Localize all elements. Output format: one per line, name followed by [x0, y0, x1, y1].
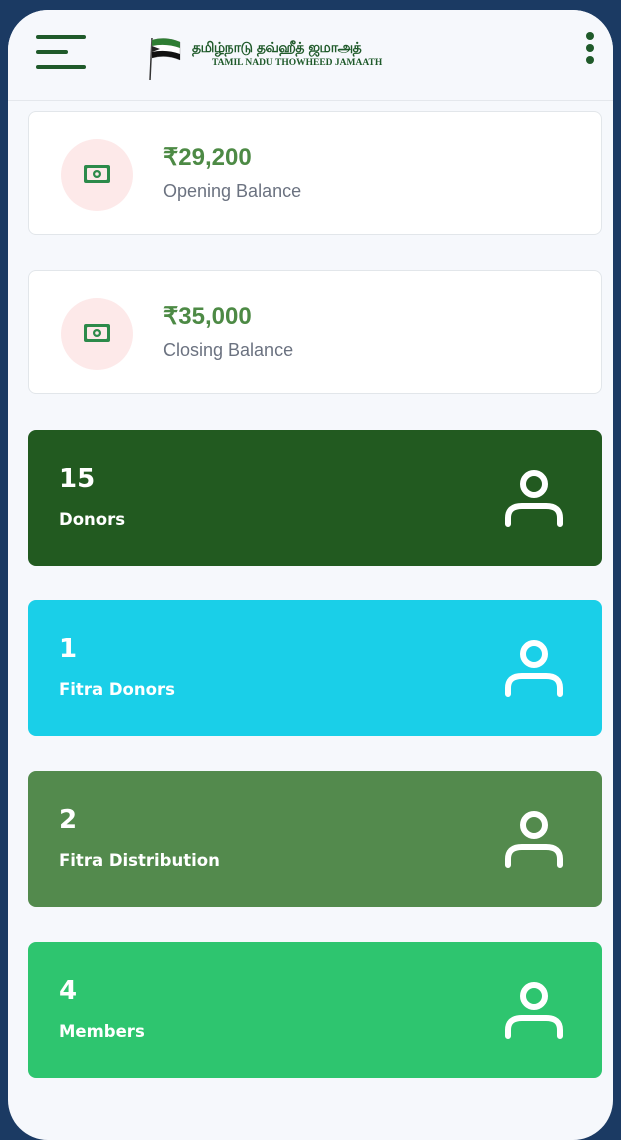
- opening-balance-amount: ₹29,200: [163, 144, 252, 171]
- user-icon: [505, 982, 563, 1039]
- logo-english-text: TAMIL NADU THOWHEED JAMAATH: [212, 58, 383, 68]
- donors-count: 15: [59, 464, 96, 494]
- fitra-distribution-count: 2: [59, 805, 78, 835]
- user-icon: [505, 640, 563, 697]
- opening-balance-card: ₹29,200 Opening Balance: [28, 111, 602, 235]
- closing-balance-card: ₹35,000 Closing Balance: [28, 270, 602, 394]
- members-label: Members: [59, 1022, 145, 1041]
- members-count: 4: [59, 976, 78, 1006]
- cash-icon-badge: [61, 298, 133, 370]
- user-icon: [505, 811, 563, 868]
- more-vertical-icon[interactable]: [582, 32, 598, 72]
- app-header: தமிழ்நாடு தவ்ஹீத் ஜமாஅத் TAMIL NADU THOW…: [8, 10, 613, 101]
- flag-logo-icon: [149, 37, 181, 80]
- app-logo: தமிழ்நாடு தவ்ஹீத் ஜமாஅத் TAMIL NADU THOW…: [146, 34, 436, 80]
- members-card[interactable]: 4 Members: [28, 942, 602, 1078]
- fitra-donors-label: Fitra Donors: [59, 680, 175, 699]
- closing-balance-amount: ₹35,000: [163, 303, 252, 330]
- fitra-donors-card[interactable]: 1 Fitra Donors: [28, 600, 602, 736]
- fitra-distribution-card[interactable]: 2 Fitra Distribution: [28, 771, 602, 907]
- user-icon: [505, 470, 563, 527]
- fitra-donors-count: 1: [59, 634, 78, 664]
- donors-label: Donors: [59, 510, 126, 529]
- donors-card[interactable]: 15 Donors: [28, 430, 602, 566]
- opening-balance-label: Opening Balance: [163, 181, 302, 201]
- cash-icon: [84, 324, 110, 342]
- menu-icon[interactable]: [36, 35, 86, 71]
- cash-icon: [84, 165, 110, 183]
- app-screen: தமிழ்நாடு தவ்ஹீத் ஜமாஅத் TAMIL NADU THOW…: [8, 10, 613, 1140]
- logo-tamil-text: தமிழ்நாடு தவ்ஹீத் ஜமாஅத்: [192, 40, 362, 56]
- cash-icon-badge: [61, 139, 133, 211]
- fitra-distribution-label: Fitra Distribution: [59, 851, 220, 870]
- closing-balance-label: Closing Balance: [163, 340, 294, 360]
